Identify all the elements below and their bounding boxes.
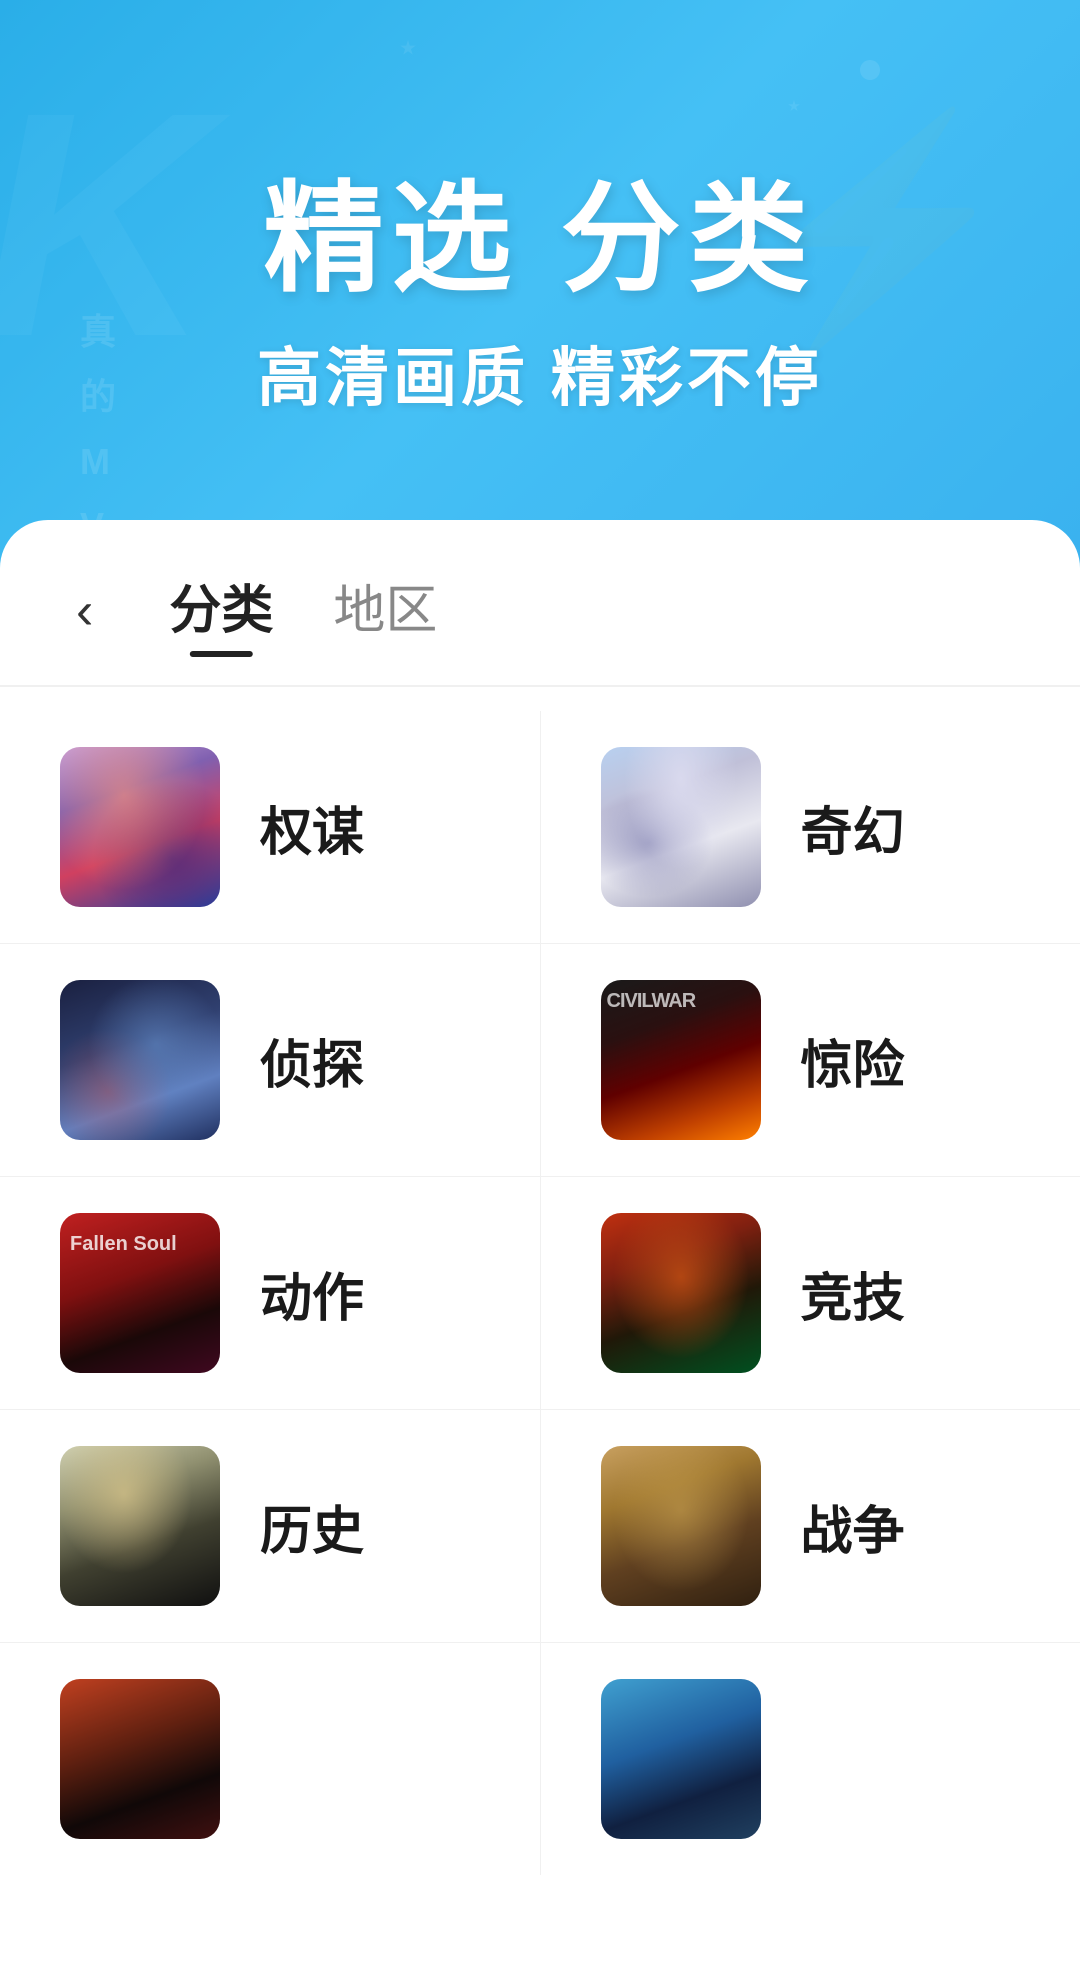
category-row-3: 动作 竞技 xyxy=(0,1177,1080,1410)
category-label-zhanzhen: 战争 xyxy=(801,1489,905,1564)
deco-dot-1 xyxy=(860,60,880,80)
category-label-jingji: 竞技 xyxy=(801,1256,905,1331)
category-label-dongzuo: 动作 xyxy=(260,1256,364,1331)
category-thumb-qihuan xyxy=(601,747,761,907)
hero-title: 精选 分类 xyxy=(263,141,816,315)
category-thumb-jingxian xyxy=(601,980,761,1140)
category-thumb-lishi xyxy=(60,1446,220,1606)
category-row-1: 权谋 奇幻 xyxy=(0,711,1080,944)
tabs-container: 分类 地区 xyxy=(169,568,437,653)
category-item-zhentan[interactable]: 侦探 xyxy=(0,944,541,1176)
category-item-dongzuo[interactable]: 动作 xyxy=(0,1177,541,1409)
category-item-quanmou[interactable]: 权谋 xyxy=(0,711,541,943)
hero-subtitle: 高清画质 精彩不停 xyxy=(257,327,823,419)
category-thumb-row5a xyxy=(60,1679,220,1839)
category-row-4: 历史 战争 xyxy=(0,1410,1080,1643)
hero-title-part2: 分类 xyxy=(561,172,817,306)
back-button[interactable]: ‹ xyxy=(60,577,109,645)
deco-star-2 xyxy=(400,40,416,56)
category-row-5 xyxy=(0,1643,1080,1875)
category-thumb-dongzuo xyxy=(60,1213,220,1373)
category-grid: 权谋 奇幻 侦探 惊险 动作 xyxy=(0,687,1080,1899)
category-item-qihuan[interactable]: 奇幻 xyxy=(541,711,1080,943)
card-panel: ‹ 分类 地区 权谋 奇幻 侦探 惊险 xyxy=(0,520,1080,1979)
category-item-jingxian[interactable]: 惊险 xyxy=(541,944,1080,1176)
category-thumb-quanmou xyxy=(60,747,220,907)
category-item-row5b[interactable] xyxy=(541,1643,1080,1875)
panel-header: ‹ 分类 地区 xyxy=(0,520,1080,653)
category-item-zhanzhen[interactable]: 战争 xyxy=(541,1410,1080,1642)
category-label-zhentan: 侦探 xyxy=(260,1023,364,1098)
category-thumb-zhanzhen xyxy=(601,1446,761,1606)
category-label-lishi: 历史 xyxy=(260,1489,364,1564)
category-row-2: 侦探 惊险 xyxy=(0,944,1080,1177)
tab-fenlei[interactable]: 分类 xyxy=(169,568,273,653)
category-item-lishi[interactable]: 历史 xyxy=(0,1410,541,1642)
category-label-quanmou: 权谋 xyxy=(260,790,364,865)
category-item-row5a[interactable] xyxy=(0,1643,541,1875)
category-thumb-jingji xyxy=(601,1213,761,1373)
tab-diqu[interactable]: 地区 xyxy=(333,568,437,653)
category-item-jingji[interactable]: 竞技 xyxy=(541,1177,1080,1409)
category-label-jingxian: 惊险 xyxy=(801,1023,905,1098)
hero-section: K ⚡ 真的MV 精选 分类 高清画质 精彩不停 xyxy=(0,0,1080,560)
category-thumb-zhentan xyxy=(60,980,220,1140)
category-label-qihuan: 奇幻 xyxy=(801,790,905,865)
hero-title-part1: 精选 xyxy=(263,172,519,306)
category-thumb-row5b xyxy=(601,1679,761,1839)
